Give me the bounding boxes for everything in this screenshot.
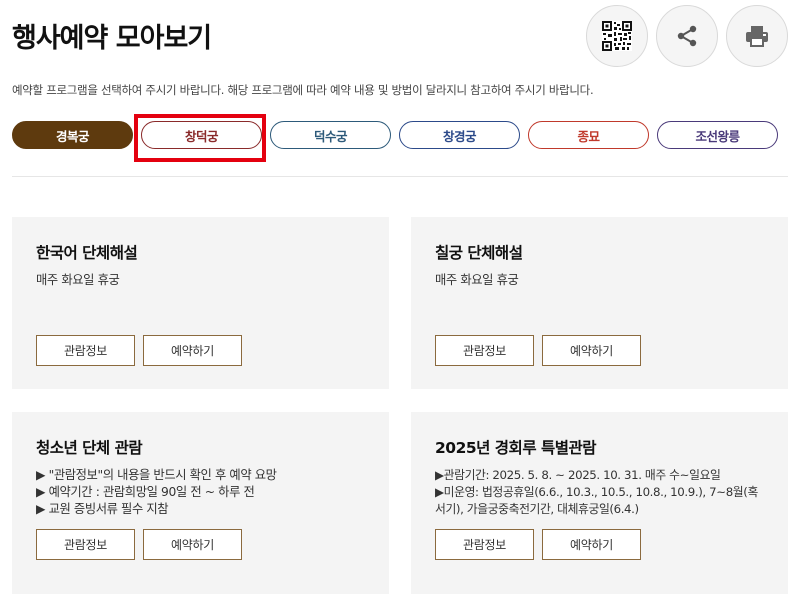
card-body: ▶관람기간: 2025. 5. 8. ~ 2025. 10. 31. 매주 수~…: [435, 467, 788, 518]
print-button[interactable]: [726, 5, 788, 67]
card-line: 서기), 가을궁중축전기간, 대체휴궁일(6.4.): [435, 502, 639, 516]
card-line: 매주 화요일 휴궁: [36, 273, 120, 287]
tab-deoksugung[interactable]: 덕수궁: [270, 121, 391, 149]
program-card-chilgung-group: 칠궁 단체해설 매주 화요일 휴궁 관람정보 예약하기: [411, 217, 788, 389]
share-icon: [677, 25, 697, 47]
info-button[interactable]: 관람정보: [435, 335, 534, 366]
reserve-button[interactable]: 예약하기: [542, 335, 641, 366]
page-title: 행사예약 모아보기: [12, 23, 212, 54]
card-buttons: 관람정보 예약하기: [435, 335, 641, 366]
card-line: ▶미운영: 법정공휴일(6.6., 10.3., 10.5., 10.8., 1…: [435, 485, 758, 499]
qr-code-button[interactable]: [586, 5, 648, 67]
card-title: 한국어 단체해설: [36, 244, 138, 262]
palace-tabs: 경복궁 창덕궁 덕수궁 창경궁 종묘 조선왕릉: [12, 121, 778, 149]
card-title: 2025년 경회루 특별관람: [435, 439, 597, 457]
tab-changgyeonggung[interactable]: 창경궁: [399, 121, 520, 149]
tab-gyeongbokgung[interactable]: 경복궁: [12, 121, 133, 149]
info-button[interactable]: 관람정보: [36, 335, 135, 366]
card-body: 매주 화요일 휴궁: [36, 272, 389, 289]
info-button[interactable]: 관람정보: [435, 529, 534, 560]
highlight-box: [134, 114, 266, 162]
info-button[interactable]: 관람정보: [36, 529, 135, 560]
reserve-button[interactable]: 예약하기: [143, 335, 242, 366]
qr-code-icon: [602, 21, 632, 51]
reserve-button[interactable]: 예약하기: [143, 529, 242, 560]
card-title: 칠궁 단체해설: [435, 244, 523, 262]
card-line: ▶ "관람정보"의 내용을 반드시 확인 후 예약 요망: [36, 468, 277, 482]
card-buttons: 관람정보 예약하기: [36, 335, 242, 366]
program-card-korean-group: 한국어 단체해설 매주 화요일 휴궁 관람정보 예약하기: [12, 217, 389, 389]
card-line: 매주 화요일 휴궁: [435, 273, 519, 287]
card-body: ▶ "관람정보"의 내용을 반드시 확인 후 예약 요망 ▶ 예약기간 : 관람…: [36, 467, 389, 518]
card-line: ▶ 예약기간 : 관람희망일 90일 전 ~ 하루 전: [36, 485, 255, 499]
share-button[interactable]: [656, 5, 718, 67]
program-card-gyeonghoeru-special: 2025년 경회루 특별관람 ▶관람기간: 2025. 5. 8. ~ 2025…: [411, 412, 788, 594]
tab-royal-tombs[interactable]: 조선왕릉: [657, 121, 778, 149]
card-buttons: 관람정보 예약하기: [36, 529, 242, 560]
card-title: 청소년 단체 관람: [36, 439, 143, 457]
card-line: ▶관람기간: 2025. 5. 8. ~ 2025. 10. 31. 매주 수~…: [435, 468, 721, 482]
program-card-youth-group: 청소년 단체 관람 ▶ "관람정보"의 내용을 반드시 확인 후 예약 요망 ▶…: [12, 412, 389, 594]
tab-jongmyo[interactable]: 종묘: [528, 121, 649, 149]
card-body: 매주 화요일 휴궁: [435, 272, 788, 289]
print-icon: [746, 26, 768, 47]
divider: [12, 176, 788, 177]
top-actions: [586, 5, 788, 67]
reserve-button[interactable]: 예약하기: [542, 529, 641, 560]
card-line: ▶ 교원 증빙서류 필수 지참: [36, 502, 169, 516]
card-buttons: 관람정보 예약하기: [435, 529, 641, 560]
page-description: 예약할 프로그램을 선택하여 주시기 바랍니다. 해당 프로그램에 따라 예약 …: [12, 83, 594, 97]
